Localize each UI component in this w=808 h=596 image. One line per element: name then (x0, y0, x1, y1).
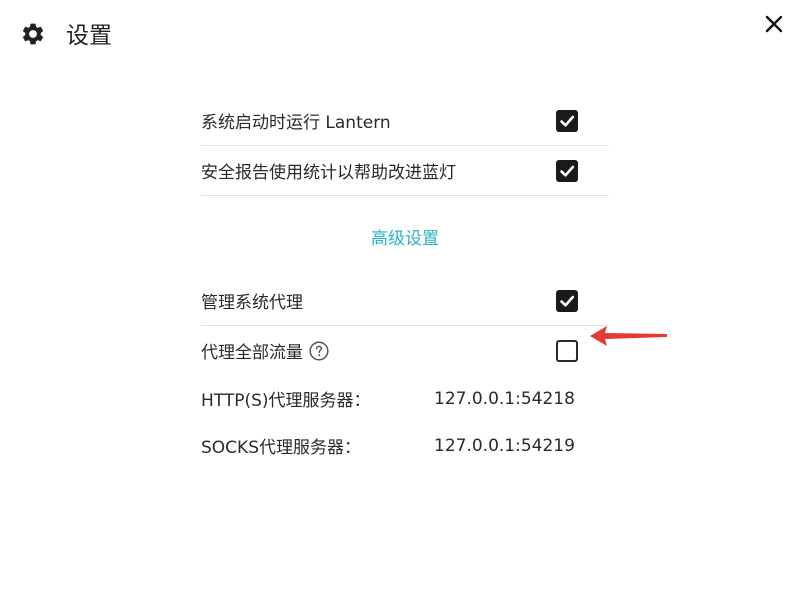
gear-icon (22, 23, 44, 45)
manage-system-proxy-checkbox[interactable] (556, 289, 578, 312)
setting-row-launch-on-startup: 系统启动时运行 Lantern (201, 96, 609, 146)
checkmark-icon (560, 115, 575, 127)
setting-label: 安全报告使用统计以帮助改进蓝灯 (201, 163, 456, 183)
usage-stats-checkbox[interactable] (556, 159, 578, 182)
setting-row-proxy-all-traffic: 代理全部流量 (201, 326, 609, 375)
setting-row-usage-stats: 安全报告使用统计以帮助改进蓝灯 (201, 146, 609, 196)
socks-proxy-address: 127.0.0.1:54219 (434, 435, 575, 456)
socks-proxy-row: SOCKS代理服务器： 127.0.0.1:54219 (201, 422, 609, 469)
setting-label: 代理全部流量 (201, 343, 303, 363)
red-arrow-icon (590, 326, 667, 346)
http-proxy-row: HTTP(S)代理服务器： 127.0.0.1:54218 (201, 375, 609, 422)
launch-on-startup-checkbox[interactable] (556, 109, 578, 132)
checkmark-icon (560, 295, 575, 307)
setting-label: 管理系统代理 (201, 293, 303, 313)
setting-label-wrap: 代理全部流量 (201, 338, 609, 363)
checkmark-icon (560, 165, 575, 177)
proxy-all-traffic-checkbox[interactable] (556, 339, 578, 362)
close-icon[interactable] (760, 10, 788, 38)
socks-proxy-label: SOCKS代理服务器： (201, 438, 361, 458)
http-proxy-address: 127.0.0.1:54218 (434, 388, 575, 409)
settings-panel: 系统启动时运行 Lantern 安全报告使用统计以帮助改进蓝灯 高级设置 管理系… (201, 96, 609, 469)
help-circle-icon[interactable] (309, 340, 329, 361)
http-proxy-label: HTTP(S)代理服务器： (201, 391, 371, 411)
page-title: 设置 (66, 23, 112, 49)
advanced-settings-heading[interactable]: 高级设置 (201, 196, 609, 276)
header: 设置 (0, 0, 808, 72)
setting-label: 系统启动时运行 Lantern (201, 113, 391, 133)
setting-row-manage-system-proxy: 管理系统代理 (201, 276, 609, 326)
